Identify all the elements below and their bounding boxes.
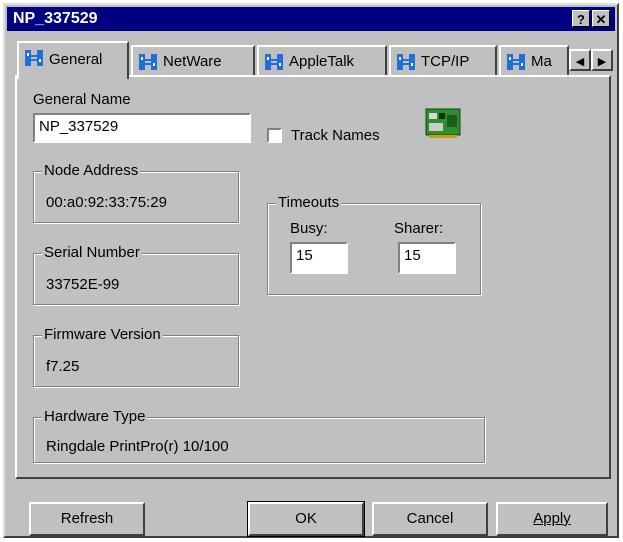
tab-appletalk-label: AppleTalk xyxy=(289,53,355,70)
tab-partial[interactable]: Ma xyxy=(499,45,569,76)
general-name-label: General Name xyxy=(33,91,131,108)
serial-number-value: 33752E-99 xyxy=(46,276,120,293)
firmware-version-label: Firmware Version xyxy=(42,326,163,343)
apply-button[interactable]: Apply xyxy=(496,502,608,536)
timeouts-group: Timeouts Busy: 15 Sharer: 15 xyxy=(267,194,481,295)
cancel-button[interactable]: Cancel xyxy=(372,502,488,536)
network-card-icon xyxy=(425,108,461,138)
tab-partial-label: Ma xyxy=(531,53,552,70)
network-icon xyxy=(265,54,283,70)
hardware-type-label: Hardware Type xyxy=(42,408,148,425)
tab-netware-label: NetWare xyxy=(163,53,222,70)
tab-scroll-right-button[interactable]: ▶ xyxy=(591,49,613,71)
timeouts-label: Timeouts xyxy=(276,194,342,211)
close-button[interactable]: ✕ xyxy=(592,10,610,27)
refresh-button[interactable]: Refresh xyxy=(29,502,145,536)
tab-general[interactable]: General xyxy=(17,41,129,79)
serial-number-label: Serial Number xyxy=(42,244,142,261)
ok-button[interactable]: OK xyxy=(247,501,365,537)
general-tab-panel: General Name NP_337529 Track Names Node … xyxy=(15,75,611,479)
track-names-checkbox[interactable] xyxy=(267,128,282,143)
network-icon xyxy=(25,50,43,66)
title-bar: NP_337529 ? ✕ xyxy=(7,7,615,31)
network-icon xyxy=(139,54,157,70)
busy-timeout-input[interactable]: 15 xyxy=(290,242,348,274)
network-icon xyxy=(397,54,415,70)
firmware-version-group: Firmware Version f7.25 xyxy=(33,326,239,387)
tab-tcpip-label: TCP/IP xyxy=(421,53,470,70)
tab-general-label: General xyxy=(49,51,103,68)
window-title: NP_337529 xyxy=(13,10,98,27)
sharer-label: Sharer: xyxy=(394,220,444,237)
tab-appletalk[interactable]: AppleTalk xyxy=(257,45,387,76)
network-icon xyxy=(507,54,525,70)
serial-number-group: Serial Number 33752E-99 xyxy=(33,244,239,305)
sharer-timeout-input[interactable]: 15 xyxy=(398,242,456,274)
help-button[interactable]: ? xyxy=(572,10,590,27)
busy-label: Busy: xyxy=(290,220,328,237)
tab-tcpip[interactable]: TCP/IP xyxy=(389,45,497,76)
hardware-type-value: Ringdale PrintPro(r) 10/100 xyxy=(46,438,229,455)
node-address-value: 00:a0:92:33:75:29 xyxy=(46,194,167,211)
general-name-input[interactable]: NP_337529 xyxy=(33,113,251,143)
properties-dialog: NP_337529 ? ✕ General NetWare AppleTalk … xyxy=(3,3,619,538)
tab-scroll-left-button[interactable]: ◀ xyxy=(569,49,591,71)
node-address-label: Node Address xyxy=(42,162,141,179)
firmware-version-value: f7.25 xyxy=(46,358,80,375)
node-address-group: Node Address 00:a0:92:33:75:29 xyxy=(33,162,239,223)
hardware-type-group: Hardware Type Ringdale PrintPro(r) 10/10… xyxy=(33,408,485,463)
apply-button-label: Apply xyxy=(533,510,571,527)
tab-netware[interactable]: NetWare xyxy=(131,45,255,76)
track-names-label: Track Names xyxy=(291,127,380,144)
